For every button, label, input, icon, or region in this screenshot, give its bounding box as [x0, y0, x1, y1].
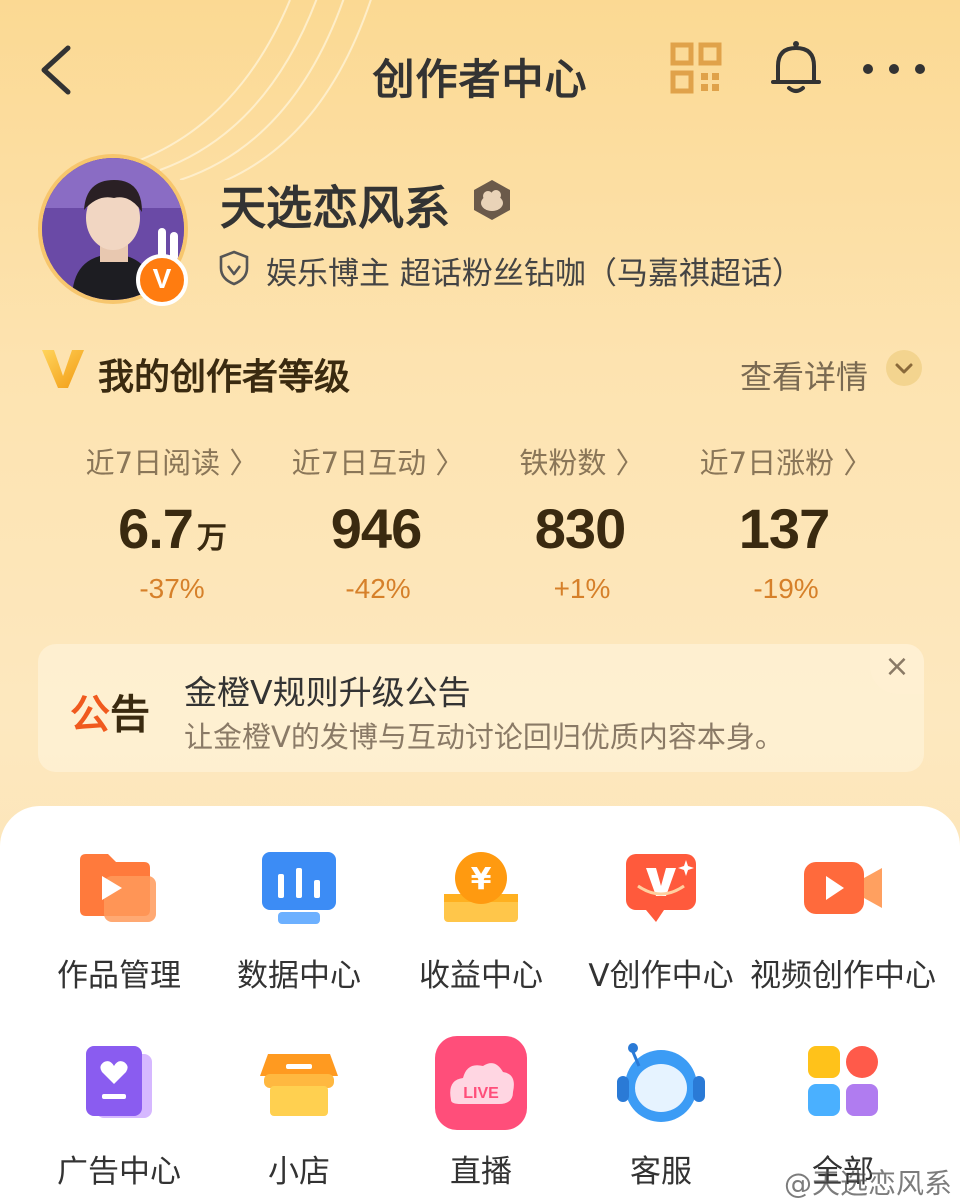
chevron-down-icon[interactable]	[886, 350, 922, 386]
stat-label: 近7日阅读 〉	[85, 446, 259, 480]
stat-change: -19%	[753, 573, 819, 604]
verified-badge: V	[136, 254, 188, 306]
view-details-link[interactable]: 查看详情	[740, 352, 868, 398]
stat-weekly-reads[interactable]: 近7日阅读 〉 6.7 万 -37%	[72, 440, 272, 605]
watermark: @天选恋风系	[783, 1167, 952, 1200]
tool-label: V创作中心	[588, 958, 734, 994]
tool-label: 数据中心	[237, 958, 361, 994]
tool-shop[interactable]: 小店	[204, 1036, 394, 1191]
yuan-coin-icon: ¥	[444, 852, 518, 922]
stat-change: -42%	[345, 573, 411, 604]
stat-value: 830	[534, 497, 626, 560]
shield-icon	[219, 250, 249, 286]
tool-customer-service[interactable]: 客服	[566, 1036, 756, 1191]
more-dots-icon[interactable]	[858, 52, 930, 86]
announcement-title: 金橙V规则升级公告	[184, 673, 471, 712]
stat-iron-fans[interactable]: 铁粉数 〉 830 +1%	[482, 440, 682, 605]
tool-revenue-center[interactable]: ¥ 收益中心	[386, 846, 576, 995]
folder-play-icon	[80, 854, 156, 922]
tool-video-creation-center[interactable]: 视频创作中心	[748, 846, 938, 995]
stat-unit: 万	[196, 522, 227, 555]
announcement-banner[interactable]: 公告 金橙V规则升级公告 让金橙V的发博与互动讨论回归优质内容本身。 ×	[38, 644, 924, 772]
customer-service-icon	[617, 1043, 705, 1122]
creator-level-v-icon	[42, 350, 84, 388]
stat-value: 946	[330, 497, 422, 560]
close-icon[interactable]: ×	[870, 644, 924, 694]
announcement-desc: 让金橙V的发博与互动讨论回归优质内容本身。	[184, 720, 784, 754]
svg-text:LIVE: LIVE	[463, 1085, 499, 1102]
tool-label: 直播	[450, 1154, 512, 1190]
tool-works-management[interactable]: 作品管理	[24, 846, 214, 995]
ad-heart-icon	[86, 1046, 152, 1118]
stat-change: -37%	[139, 573, 205, 604]
data-chart-icon	[262, 852, 336, 924]
stat-value: 6.7 万	[118, 497, 227, 560]
tool-label: 小店	[268, 1154, 330, 1190]
stat-change: +1%	[553, 573, 611, 604]
stat-label: 近7日互动 〉	[291, 446, 465, 480]
announcement-tag: 公告	[70, 692, 150, 738]
v-create-icon	[626, 854, 696, 922]
stat-label: 铁粉数 〉	[519, 446, 645, 480]
stat-weekly-new-fans[interactable]: 近7日涨粉 〉 137 -19%	[686, 440, 886, 605]
tool-label: 收益中心	[419, 958, 543, 994]
username[interactable]: 天选恋风系	[220, 172, 450, 238]
tool-label: 视频创作中心	[750, 958, 936, 994]
stat-label: 近7日涨粉 〉	[699, 446, 873, 480]
all-grid-icon	[808, 1046, 878, 1116]
svg-text:¥: ¥	[471, 862, 492, 897]
tool-label: 作品管理	[57, 958, 181, 994]
tool-data-center[interactable]: 数据中心	[204, 846, 394, 995]
medal-icon[interactable]	[470, 178, 514, 222]
tool-label: 广告中心	[57, 1154, 181, 1190]
stat-value: 137	[738, 497, 830, 560]
tool-v-creation-center[interactable]: V创作中心	[566, 846, 756, 995]
bell-icon[interactable]	[768, 38, 824, 96]
video-camera-icon	[804, 862, 882, 914]
shop-icon	[260, 1054, 338, 1116]
top-bar: 创作者中心	[0, 0, 960, 140]
tool-live[interactable]: LIVE 直播	[386, 1036, 576, 1191]
live-icon: LIVE	[435, 1036, 527, 1130]
qr-code-icon[interactable]	[670, 42, 722, 94]
creator-level-title: 我的创作者等级	[98, 357, 351, 398]
tool-label: 客服	[630, 1154, 692, 1190]
tool-ad-center[interactable]: 广告中心	[24, 1036, 214, 1191]
certification-text[interactable]: 娱乐博主 超话粉丝钻咖（马嘉祺超话）	[266, 248, 803, 293]
stat-weekly-interactions[interactable]: 近7日互动 〉 946 -42%	[278, 440, 478, 605]
